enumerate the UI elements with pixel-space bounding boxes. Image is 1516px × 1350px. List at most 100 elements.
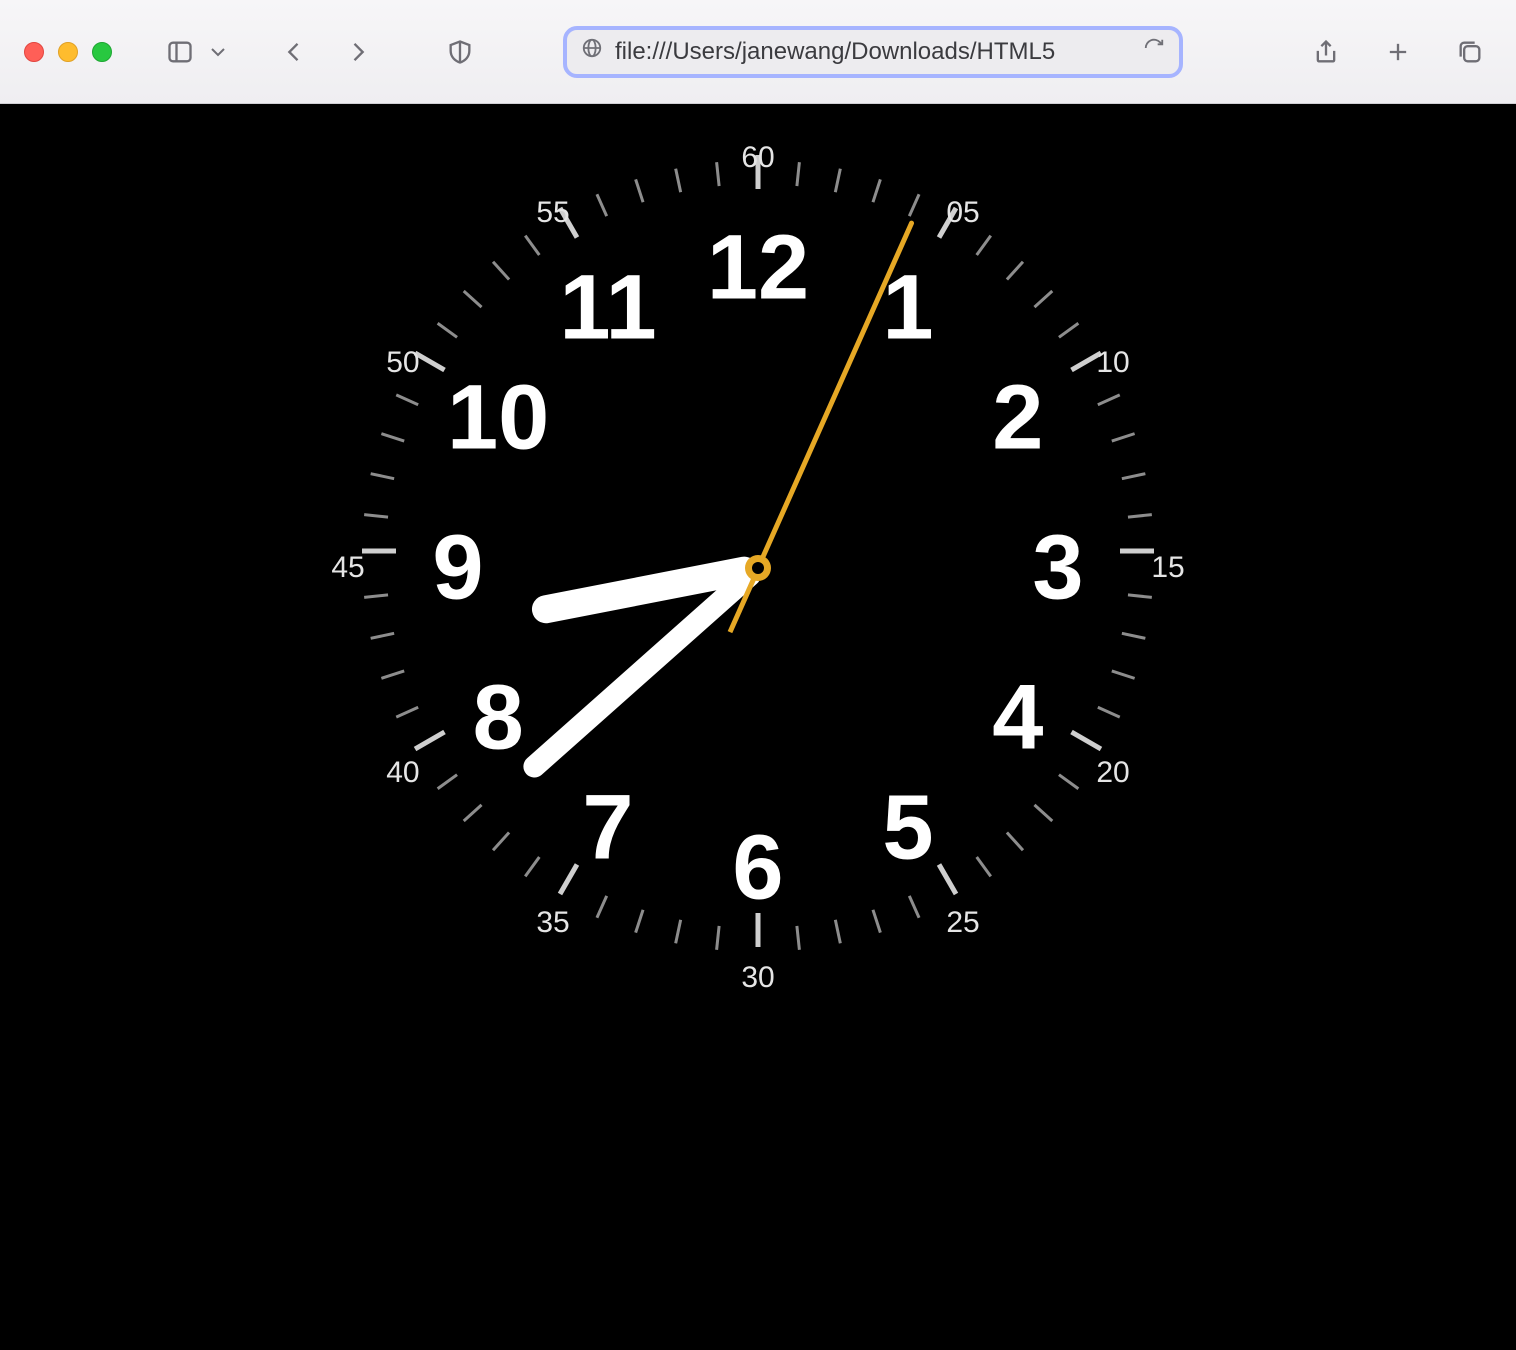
tick-minor xyxy=(1058,773,1079,790)
tick-minor xyxy=(975,235,992,256)
chevron-right-icon xyxy=(344,38,372,66)
sidebar-toggle-button[interactable] xyxy=(158,30,202,74)
second-numeral: 40 xyxy=(386,756,419,790)
tick-minor xyxy=(908,194,921,217)
tick-minor xyxy=(1058,322,1079,339)
tick-minor xyxy=(872,179,882,203)
tick-minor xyxy=(370,632,394,640)
hour-numeral: 12 xyxy=(707,216,809,321)
address-bar-wrap xyxy=(500,26,1246,78)
tick-minor xyxy=(1033,290,1053,308)
hour-numeral: 11 xyxy=(559,256,656,361)
analog-clock: 121234567891011600510152025303540455055 xyxy=(338,148,1178,988)
tick-minor xyxy=(524,856,541,877)
second-numeral: 45 xyxy=(331,551,364,585)
hour-numeral: 6 xyxy=(732,816,783,921)
tick-minor xyxy=(364,513,388,518)
tick-minor xyxy=(908,895,921,918)
tick-major xyxy=(362,549,396,554)
privacy-shield-button[interactable] xyxy=(438,30,482,74)
second-numeral: 10 xyxy=(1096,346,1129,380)
hour-numeral: 3 xyxy=(1032,516,1083,621)
clock-pivot-hole xyxy=(752,562,764,574)
sidebar-toggle-group xyxy=(158,30,230,74)
hour-numeral: 10 xyxy=(447,366,549,471)
plus-icon xyxy=(1384,38,1412,66)
share-icon xyxy=(1312,38,1340,66)
hour-numeral: 4 xyxy=(992,666,1043,771)
tick-minor xyxy=(872,909,882,933)
tick-major xyxy=(558,863,579,895)
second-numeral: 15 xyxy=(1151,551,1184,585)
tab-overview-button[interactable] xyxy=(1448,30,1492,74)
second-numeral: 25 xyxy=(946,906,979,940)
second-numeral: 30 xyxy=(741,961,774,995)
tick-minor xyxy=(396,706,419,719)
address-bar[interactable] xyxy=(563,26,1183,78)
new-tab-button[interactable] xyxy=(1376,30,1420,74)
tick-major xyxy=(414,730,446,751)
tick-major xyxy=(1070,730,1102,751)
tick-minor xyxy=(1128,513,1152,518)
tick-minor xyxy=(492,831,510,851)
globe-icon xyxy=(581,37,603,66)
right-tool-group xyxy=(1304,30,1492,74)
reload-icon xyxy=(1143,37,1165,59)
tick-minor xyxy=(975,856,992,877)
tick-minor xyxy=(674,920,682,944)
tick-minor xyxy=(834,920,842,944)
sidebar-menu-button[interactable] xyxy=(206,30,230,74)
hour-numeral: 5 xyxy=(882,775,933,880)
reload-button[interactable] xyxy=(1143,37,1165,66)
second-numeral: 05 xyxy=(946,196,979,230)
tick-minor xyxy=(437,773,458,790)
tick-minor xyxy=(463,804,483,822)
tick-minor xyxy=(1128,593,1152,598)
hour-numeral: 9 xyxy=(432,516,483,621)
tick-minor xyxy=(1006,831,1024,851)
tick-minor xyxy=(370,472,394,480)
second-numeral: 50 xyxy=(386,346,419,380)
back-button[interactable] xyxy=(272,30,316,74)
tick-minor xyxy=(596,194,609,217)
tick-minor xyxy=(634,179,644,203)
tick-minor xyxy=(1111,432,1135,442)
tick-minor xyxy=(715,162,720,186)
tick-minor xyxy=(634,909,644,933)
tick-minor xyxy=(381,432,405,442)
tick-minor xyxy=(437,322,458,339)
tick-minor xyxy=(396,394,419,407)
shield-icon xyxy=(446,38,474,66)
second-numeral: 35 xyxy=(536,906,569,940)
tick-minor xyxy=(674,168,682,192)
forward-button[interactable] xyxy=(336,30,380,74)
tabs-icon xyxy=(1456,38,1484,66)
page-content: 121234567891011600510152025303540455055 xyxy=(0,104,1516,1350)
sidebar-icon xyxy=(166,38,194,66)
browser-toolbar xyxy=(0,0,1516,104)
tick-minor xyxy=(1111,670,1135,680)
tick-minor xyxy=(1033,804,1053,822)
tick-major xyxy=(1120,549,1154,554)
second-numeral: 20 xyxy=(1096,756,1129,790)
tick-major xyxy=(937,863,958,895)
hour-numeral: 7 xyxy=(582,775,633,880)
tick-minor xyxy=(364,593,388,598)
nav-arrow-group xyxy=(272,30,380,74)
tick-minor xyxy=(381,670,405,680)
tick-minor xyxy=(795,926,800,950)
tick-minor xyxy=(795,162,800,186)
tick-minor xyxy=(1122,472,1146,480)
maximize-window-button[interactable] xyxy=(92,42,112,62)
second-numeral: 60 xyxy=(741,141,774,175)
url-input[interactable] xyxy=(615,38,1131,66)
second-numeral: 55 xyxy=(536,196,569,230)
tick-minor xyxy=(1122,632,1146,640)
hour-numeral: 8 xyxy=(473,666,524,771)
chevron-left-icon xyxy=(280,38,308,66)
close-window-button[interactable] xyxy=(24,42,44,62)
minimize-window-button[interactable] xyxy=(58,42,78,62)
share-button[interactable] xyxy=(1304,30,1348,74)
chevron-down-icon xyxy=(206,38,230,66)
tick-minor xyxy=(834,168,842,192)
